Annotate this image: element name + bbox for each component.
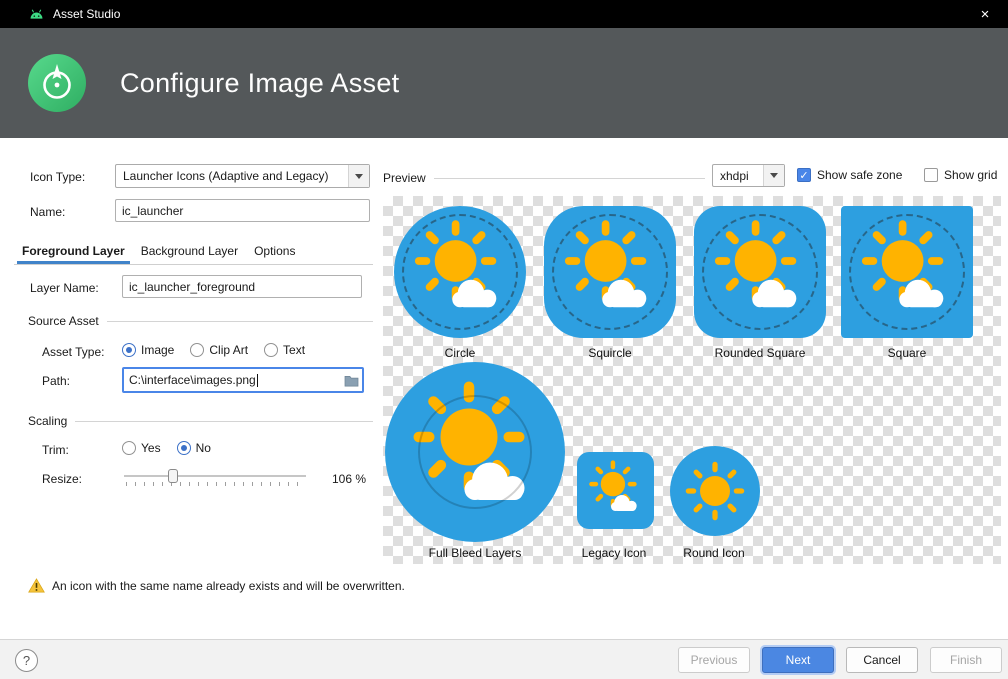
layer-tabs: Foreground Layer Background Layer Option… [14,238,303,264]
preview-tile-label: Full Bleed Layers [429,546,522,560]
radio-selected-icon [177,441,191,455]
footer-buttons: Previous Next Cancel Finish [678,647,1002,673]
asset-type-radio-clipart[interactable]: Clip Art [190,343,248,357]
layer-name-input[interactable] [122,275,362,298]
asset-type-label: Asset Type: [42,345,104,359]
show-grid-label: Show grid [944,168,997,182]
asset-studio-dialog: Asset Studio × Configure Image Asset Ico… [0,0,1008,679]
resize-label: Resize: [42,472,82,486]
cancel-button[interactable]: Cancel [846,647,918,673]
previous-button[interactable]: Previous [678,647,750,673]
show-safe-zone-checkbox[interactable]: ✓ Show safe zone [797,168,902,182]
preview-tile-rounded-square [694,206,826,338]
name-input[interactable] [115,199,370,222]
dialog-title: Configure Image Asset [120,68,399,99]
asset-type-radio-group: Image Clip Art Text [122,343,305,357]
preview-tile-label: Legacy Icon [582,546,647,560]
preview-label: Preview [383,171,426,185]
asset-type-text-label: Text [283,343,305,357]
footer-bar: ? Previous Next Cancel Finish [0,639,1008,679]
preview-tile-circle [394,206,526,338]
warning-text: An icon with the same name already exist… [52,579,405,593]
name-label: Name: [30,205,65,219]
trim-yes-label: Yes [141,441,161,455]
show-grid-checkbox[interactable]: Show grid [924,168,997,182]
text-caret [257,374,258,387]
trim-radio-yes[interactable]: Yes [122,441,161,455]
android-icon [28,8,45,20]
help-button[interactable]: ? [15,649,38,672]
preview-tile-label: Round Icon [683,546,744,560]
browse-folder-button[interactable] [340,369,362,391]
preview-tile-square [841,206,973,338]
tab-background-layer[interactable]: Background Layer [133,238,246,264]
titlebar: Asset Studio × [0,0,1008,28]
icon-type-value: Launcher Icons (Adaptive and Legacy) [116,169,348,183]
asset-type-radio-image[interactable]: Image [122,343,174,357]
resize-value: 106 % [332,472,366,486]
radio-icon [264,343,278,357]
tabs-divider [14,264,373,265]
path-label: Path: [42,374,70,388]
checkbox-icon [924,168,938,182]
layer-name-label: Layer Name: [30,281,99,295]
safe-zone-overlay [402,214,518,330]
folder-icon [344,374,359,387]
preview-tile-label: Square [888,346,927,360]
preview-tile-legacy [577,452,654,529]
preview-canvas: Circle Squircle Rounded Square Square Fu… [383,196,1001,564]
finish-button[interactable]: Finish [930,647,1002,673]
asset-type-clipart-label: Clip Art [209,343,248,357]
safe-zone-overlay [418,395,532,509]
path-input[interactable]: C:\interface\images.png [122,367,364,393]
preview-tile-round [670,446,760,536]
trim-label: Trim: [42,443,69,457]
scaling-group-header: Scaling [28,414,373,428]
icon-type-label: Icon Type: [30,170,85,184]
sun-cloud-icon [577,452,654,529]
scaling-group-label: Scaling [28,414,67,428]
density-value: xhdpi [713,169,763,183]
safe-zone-overlay [552,214,668,330]
asset-type-radio-text[interactable]: Text [264,343,305,357]
source-asset-group-label: Source Asset [28,314,99,328]
chevron-down-icon [763,165,784,186]
window-title: Asset Studio [53,7,120,21]
source-asset-group-header: Source Asset [28,314,373,328]
slider-ticks [126,482,306,486]
icon-type-select[interactable]: Launcher Icons (Adaptive and Legacy) [115,164,370,188]
trim-radio-no[interactable]: No [177,441,211,455]
show-safe-zone-label: Show safe zone [817,168,902,182]
trim-radio-group: Yes No [122,441,211,455]
preview-tile-label: Circle [445,346,476,360]
warning-row: An icon with the same name already exist… [28,578,405,593]
slider-groove [124,475,306,477]
preview-tile-squircle [544,206,676,338]
preview-group-header: Preview [383,171,705,185]
chevron-down-icon [348,165,369,187]
warning-icon [28,578,45,593]
radio-icon [190,343,204,357]
tab-options[interactable]: Options [246,238,303,264]
radio-icon [122,441,136,455]
density-select[interactable]: xhdpi [712,164,785,187]
preview-tile-label: Rounded Square [715,346,806,360]
preview-tile-full-bleed [385,362,565,542]
sun-icon [670,446,760,536]
safe-zone-overlay [849,214,965,330]
asset-type-image-label: Image [141,343,174,357]
dialog-header: Configure Image Asset [0,28,1008,138]
next-button[interactable]: Next [762,647,834,673]
android-studio-logo-icon [28,54,86,112]
preview-tile-label: Squircle [588,346,631,360]
radio-selected-icon [122,343,136,357]
trim-no-label: No [196,441,211,455]
resize-slider[interactable] [124,468,306,486]
tab-foreground-layer[interactable]: Foreground Layer [14,238,133,264]
close-icon[interactable]: × [962,0,1008,28]
safe-zone-overlay [702,214,818,330]
slider-thumb[interactable] [168,469,178,483]
path-value: C:\interface\images.png [129,373,256,387]
checkbox-checked-icon: ✓ [797,168,811,182]
